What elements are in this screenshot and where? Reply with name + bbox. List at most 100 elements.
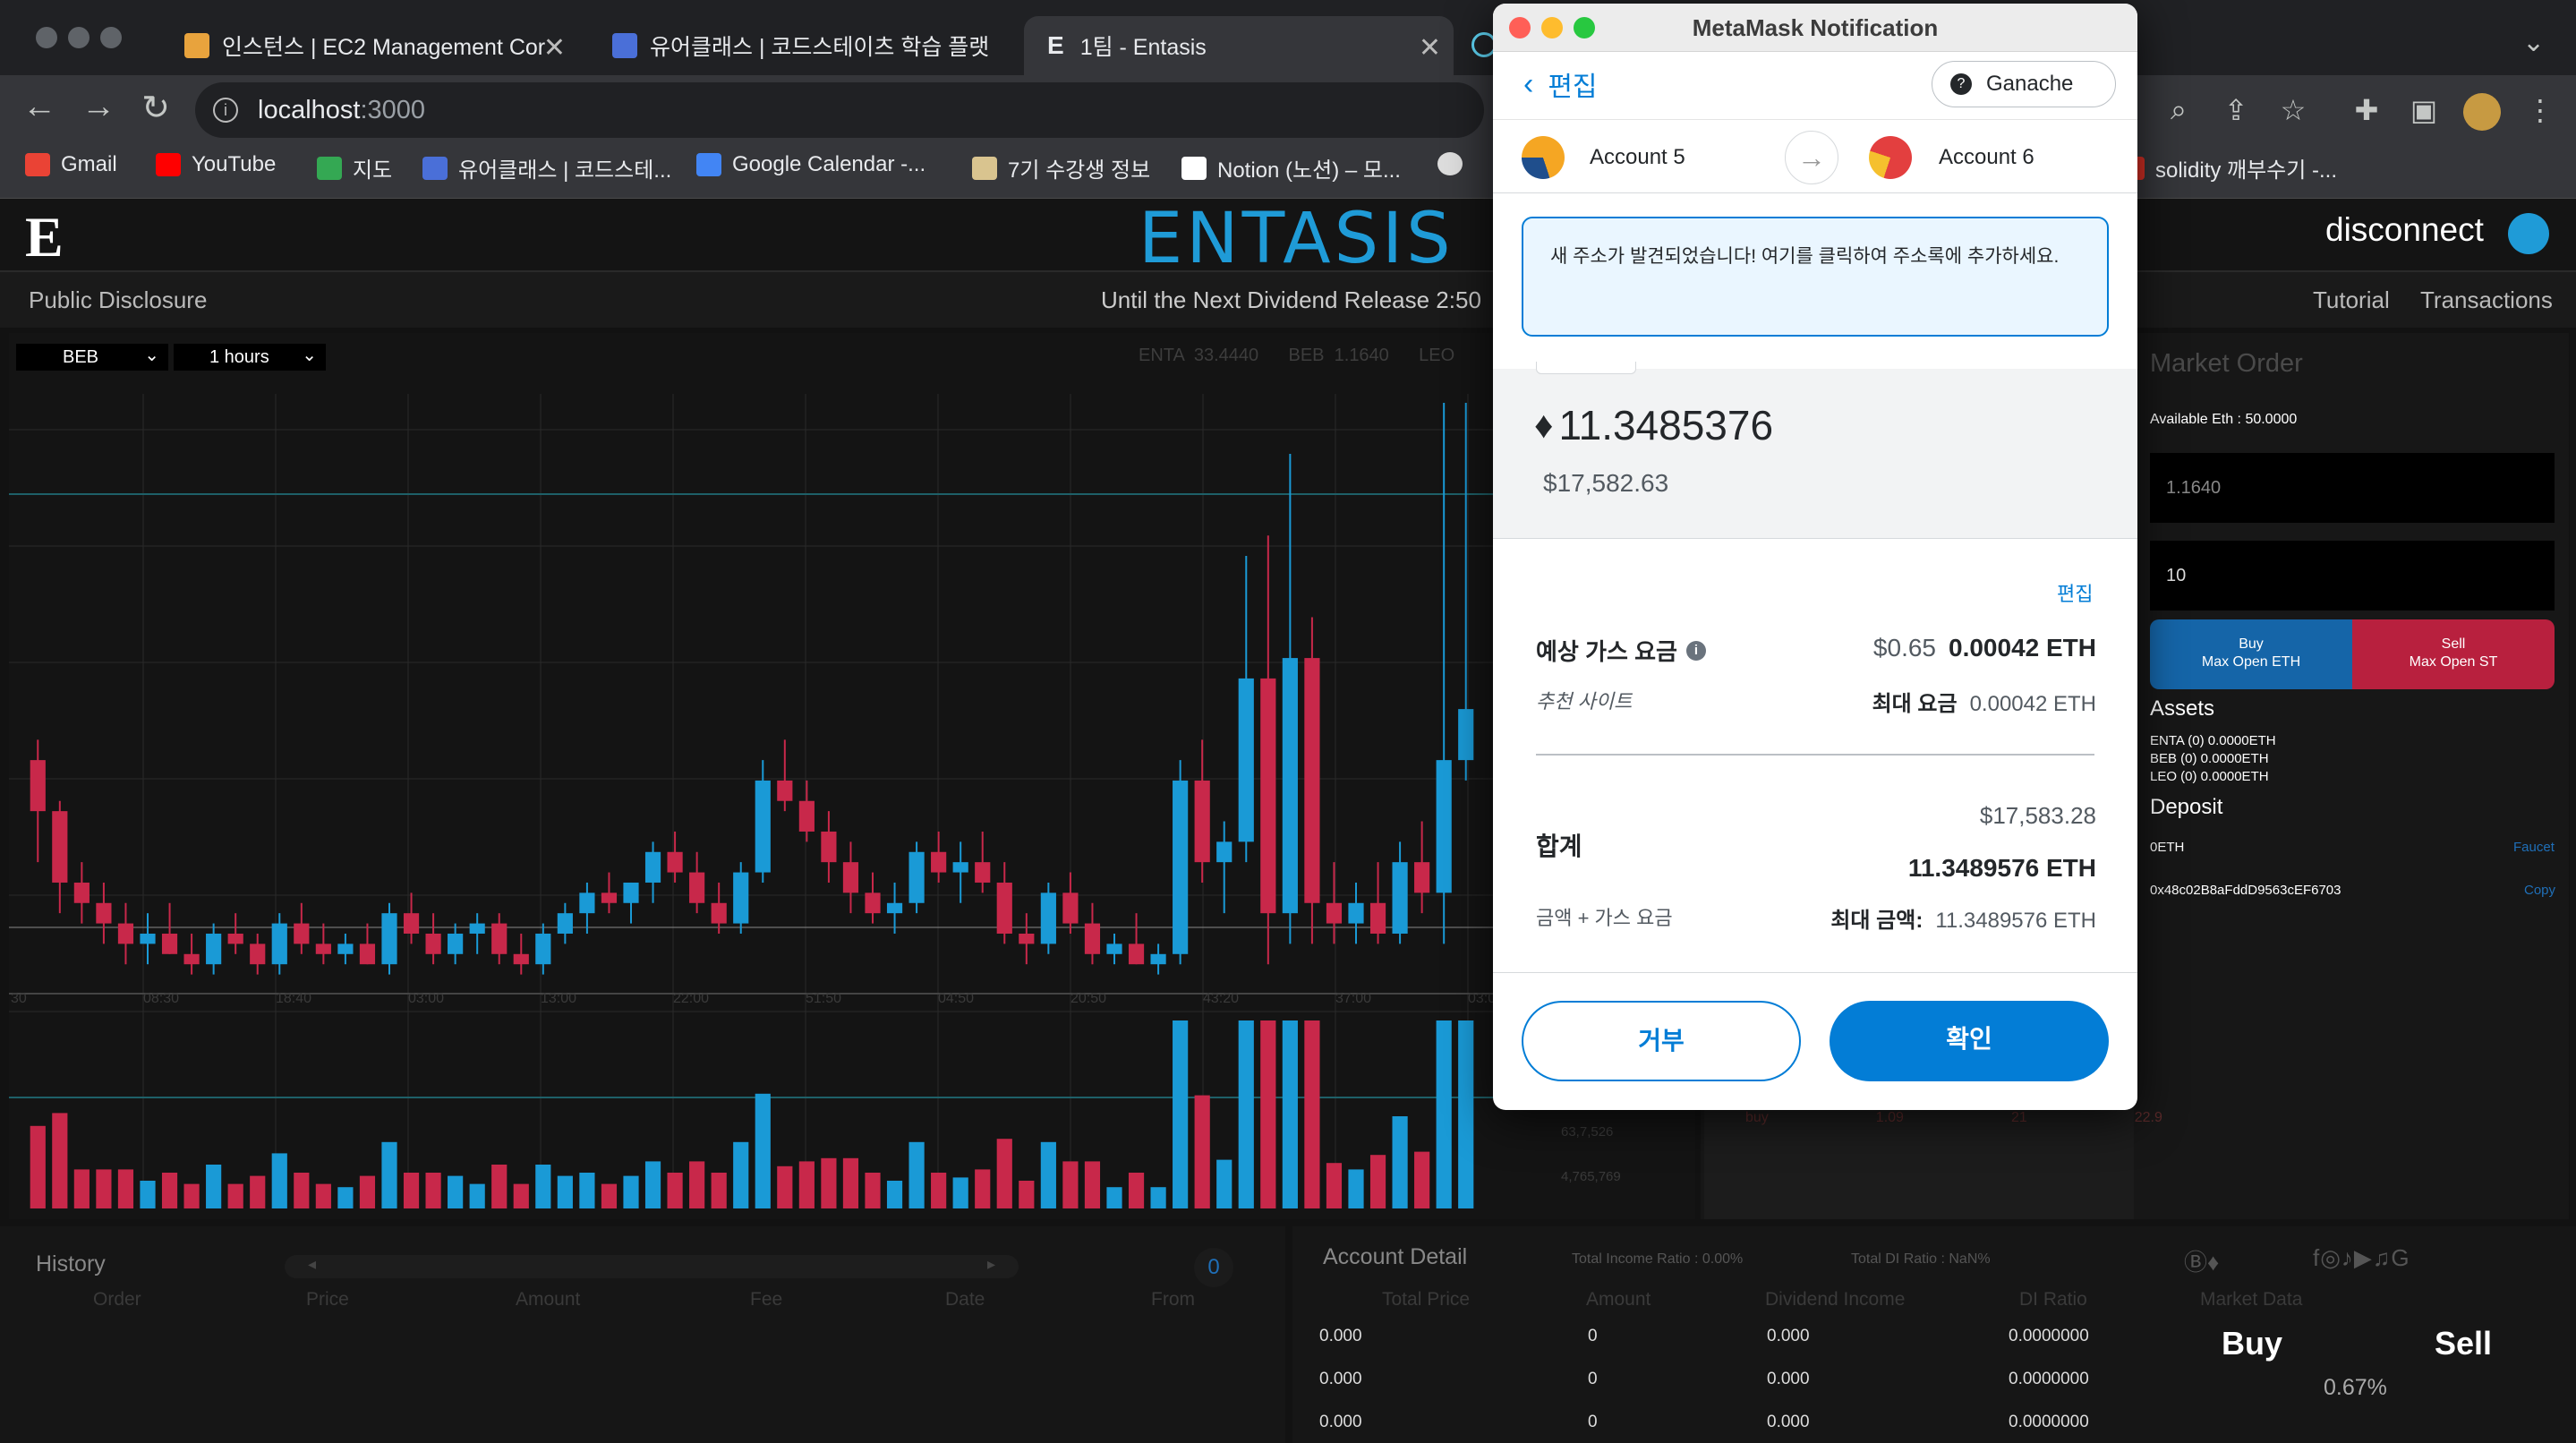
account-6-avatar — [1869, 136, 1912, 179]
volume-bar — [1106, 1187, 1122, 1208]
tab-entasis[interactable]: E 1팀 - Entasis ✕ — [1024, 16, 1454, 75]
scroll-right-icon[interactable]: ▸ — [987, 1255, 995, 1274]
bookmark-github[interactable] — [1437, 152, 1473, 175]
to-account[interactable]: Account 6 — [1939, 145, 2034, 170]
account-5-avatar — [1522, 136, 1565, 179]
from-account[interactable]: Account 5 — [1590, 145, 1685, 170]
reject-button[interactable]: 거부 — [1522, 1001, 1801, 1081]
divider — [1536, 754, 2094, 756]
candle-body — [117, 923, 134, 944]
di-ratio: Total DI Ratio : NaN% — [1851, 1251, 1991, 1267]
social-icons[interactable]: f◎♪▶♫G — [2313, 1244, 2410, 1272]
copy-link[interactable]: Copy — [2524, 883, 2555, 898]
reload-icon[interactable]: ↻ — [132, 88, 179, 128]
disconnect-button[interactable]: disconnect — [2325, 211, 2484, 249]
history-scrollbar[interactable]: ◂ ▸ — [285, 1255, 1019, 1278]
transactions-link[interactable]: Transactions — [2420, 286, 2553, 314]
wallet-icon[interactable] — [2508, 213, 2549, 254]
candle-body — [227, 933, 243, 944]
candlestick-chart[interactable]: 30 08:30 18:40 03:00 13:00 22:00 51:50 04:50 20:… — [9, 394, 1495, 1217]
candle-body — [952, 862, 968, 873]
amount-eth: ♦ 11.3485376 — [1534, 402, 1774, 448]
folder-card-icon — [972, 156, 997, 180]
bookmark-notion[interactable]: Notion (노션) – 모... — [1181, 152, 1401, 184]
scroll-left-icon[interactable]: ◂ — [308, 1255, 316, 1274]
window-close-button[interactable] — [36, 27, 57, 48]
amount-input[interactable]: 10 — [2150, 541, 2555, 610]
gas-fee-label: 예상 가스 요금 i — [1536, 634, 1706, 667]
confirm-button[interactable]: 확인 — [1830, 1001, 2109, 1081]
menu-icon[interactable]: ⋮ — [2522, 93, 2558, 129]
mm-close-button[interactable] — [1509, 17, 1531, 38]
bookmark-gmail[interactable]: Gmail — [25, 152, 117, 177]
entasis-logo-icon[interactable]: E — [25, 204, 64, 270]
window-zoom-button[interactable] — [100, 27, 122, 48]
bookmark-calendar[interactable]: Google Calendar -... — [696, 152, 925, 177]
volume-bar — [821, 1157, 837, 1208]
account-row: 0.000 0 0.000 0.0000000 — [1292, 1413, 2098, 1439]
bookmark-maps[interactable]: 지도 — [317, 152, 392, 184]
volume-bar — [227, 1183, 243, 1208]
close-icon[interactable]: ✕ — [543, 32, 566, 64]
tab-ec2[interactable]: 인스턴스 | EC2 Management Cor ✕ — [184, 16, 578, 75]
public-disclosure-link[interactable]: Public Disclosure — [29, 286, 207, 314]
candle-body — [689, 872, 705, 903]
footer-divider — [1493, 972, 2137, 973]
sidebar-icon[interactable]: ▣ — [2406, 93, 2442, 129]
tab-urclass[interactable]: 유어클래스 | 코드스테이츠 학습 플랫 — [612, 16, 1006, 75]
extensions-icon[interactable]: ✚ — [2349, 93, 2384, 129]
ethereum-icon: ♦ — [1534, 404, 1554, 446]
info-icon[interactable]: i — [213, 98, 238, 123]
notion-icon — [1181, 156, 1207, 180]
candle-body — [183, 953, 200, 965]
orderbook-partial: buy 1.09 21 22.9 — [1704, 1103, 2162, 1219]
deposit-balance: 0ETH — [2150, 840, 2185, 855]
profile-avatar[interactable] — [2463, 93, 2501, 131]
volume-label-2: 4,765,769 — [1561, 1169, 1621, 1184]
account-cell: 0 — [1588, 1413, 1598, 1431]
interval-select[interactable]: 1 hours ⌄ — [174, 344, 326, 371]
tutorial-link[interactable]: Tutorial — [2313, 286, 2390, 314]
bookmark-solidity[interactable]: solidity 깨부수기 -... — [2134, 152, 2337, 184]
volume-bar — [865, 1173, 881, 1208]
tab-search-chevron-icon[interactable]: ⌄ — [2522, 27, 2545, 58]
network-selector[interactable]: ? Ganache — [1932, 61, 2116, 107]
mm-minimize-button[interactable] — [1541, 17, 1563, 38]
token-select[interactable]: BEB ⌄ — [16, 344, 168, 371]
volume-bar — [1150, 1187, 1166, 1208]
buy-button[interactable]: Buy Max Open ETH — [2150, 619, 2352, 689]
volume-bar — [52, 1113, 68, 1208]
deposit-title: Deposit — [2150, 795, 2223, 819]
volume-bar — [1458, 1020, 1474, 1208]
mm-back-button[interactable]: ‹ 편집 — [1523, 64, 1598, 104]
zoom-icon[interactable]: ⌕ — [2161, 93, 2196, 129]
volume-bar — [644, 1161, 661, 1208]
volume-bar — [1128, 1173, 1145, 1208]
account-cell: 0.0000000 — [2009, 1413, 2089, 1431]
account-cell: 0.0000000 — [2009, 1327, 2089, 1345]
address-bar[interactable]: i localhost:3000 — [195, 82, 1484, 138]
new-address-notice[interactable]: 새 주소가 발견되었습니다! 여기를 클릭하여 주소록에 추가하세요. — [1522, 217, 2109, 337]
history-page-indicator[interactable]: 0 — [1194, 1248, 1233, 1287]
sell-button[interactable]: Sell Max Open ST — [2352, 619, 2555, 689]
bookmark-star-icon[interactable]: ☆ — [2275, 93, 2311, 129]
metamask-window: MetaMask Notification ‹ 편집 ? Ganache Acc… — [1493, 4, 2137, 1110]
candle-body — [798, 800, 815, 832]
info-icon[interactable]: i — [1685, 640, 1706, 661]
forward-icon[interactable]: → — [75, 88, 122, 126]
candle-body — [1304, 658, 1320, 903]
edit-gas-link[interactable]: 편집 — [2057, 578, 2093, 607]
back-icon[interactable]: ← — [16, 88, 63, 126]
window-minimize-button[interactable] — [68, 27, 90, 48]
bookmark-youtube[interactable]: YouTube — [156, 152, 276, 177]
faucet-link[interactable]: Faucet — [2513, 840, 2555, 855]
share-icon[interactable]: ⇪ — [2218, 93, 2254, 129]
candle-body — [579, 892, 595, 914]
bookmark-students[interactable]: 7기 수강생 정보 — [972, 152, 1150, 184]
mm-zoom-button[interactable] — [1574, 17, 1595, 38]
bookmark-urclass[interactable]: 유어클래스 | 코드스테... — [422, 152, 671, 184]
account-detail-title: Account Detail — [1323, 1244, 1468, 1269]
candle-body — [1150, 953, 1166, 965]
price-input[interactable]: 1.1640 — [2150, 453, 2555, 523]
close-icon[interactable]: ✕ — [1419, 32, 1441, 64]
